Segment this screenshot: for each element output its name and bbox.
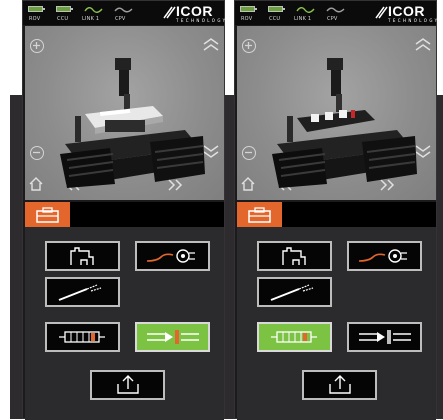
status-label-cpv: CPV xyxy=(115,16,126,22)
zoom-out-icon[interactable] xyxy=(30,146,44,160)
logo-subtitle: TECHNOLOGY xyxy=(388,18,440,23)
ccu-battery-icon xyxy=(56,6,73,12)
probe-icon xyxy=(58,284,102,301)
robot-3d-view[interactable] xyxy=(237,26,436,200)
logo-slash-icon xyxy=(163,6,176,19)
ccu-battery-icon xyxy=(268,6,285,12)
gripper-icon xyxy=(282,247,306,265)
icor-logo: ICOR TECHNOLOGY xyxy=(162,3,225,25)
icor-logo: ICOR TECHNOLOGY xyxy=(374,3,437,25)
upload-icon xyxy=(117,375,139,394)
upload-icon xyxy=(329,375,351,394)
logo-name: ICOR xyxy=(388,3,425,19)
disruptor-button-active[interactable] xyxy=(257,322,332,352)
logo-subtitle: TECHNOLOGY xyxy=(176,18,228,23)
deploy-button[interactable] xyxy=(90,370,165,400)
link-signal-icon xyxy=(296,7,315,13)
rov-battery-icon xyxy=(240,6,257,12)
rov-battery-icon xyxy=(28,6,45,12)
cpv-signal-icon xyxy=(114,7,133,13)
status-bar: ROV CCU LINK 1 CPV ICOR TECHNOLOGY xyxy=(235,1,437,25)
logo-slash-icon xyxy=(375,6,388,19)
cpv-signal-icon xyxy=(326,7,345,13)
gripper-button[interactable] xyxy=(45,241,120,271)
cable-tool-button[interactable] xyxy=(135,241,210,271)
status-label-ccu: CCU xyxy=(269,16,281,22)
gripper-button[interactable] xyxy=(257,241,332,271)
cable-tool-button-active[interactable] xyxy=(135,322,210,352)
connector-button[interactable] xyxy=(347,322,422,352)
toolbox-tab[interactable] xyxy=(25,202,70,227)
toolbox-icon xyxy=(36,207,59,223)
status-label-rov: ROV xyxy=(29,16,41,22)
tool-control-area xyxy=(25,227,224,420)
robot-model-image xyxy=(272,58,417,188)
zoom-in-icon[interactable] xyxy=(30,39,44,53)
probe-icon xyxy=(270,284,314,301)
zoom-out-icon[interactable] xyxy=(242,146,256,160)
pointer-tool-button[interactable] xyxy=(257,277,332,307)
cable-reel-icon xyxy=(358,249,407,263)
cable-reel-icon xyxy=(146,249,195,263)
status-label-rov: ROV xyxy=(241,16,253,22)
logo-name: ICOR xyxy=(176,3,213,19)
tool-control-area xyxy=(237,227,436,420)
connector-icon xyxy=(359,330,411,344)
link-signal-icon xyxy=(84,7,103,13)
cable-tool-button[interactable] xyxy=(347,241,422,271)
disruptor-icon xyxy=(271,331,317,343)
toolbox-tab[interactable] xyxy=(237,202,282,227)
connector-icon xyxy=(147,330,199,344)
home-icon[interactable] xyxy=(28,176,44,192)
tool-tab-bar xyxy=(25,202,224,227)
status-label-cpv: CPV xyxy=(327,16,338,22)
robot-control-panel-left: ROV CCU LINK 1 CPV ICOR TECHNOLOGY xyxy=(22,0,225,420)
status-label-ccu: CCU xyxy=(57,16,69,22)
status-label-link: LINK 1 xyxy=(294,16,312,22)
disruptor-icon xyxy=(59,331,105,343)
pointer-tool-button[interactable] xyxy=(45,277,120,307)
status-label-link: LINK 1 xyxy=(82,16,100,22)
gripper-icon xyxy=(70,247,94,265)
tilt-up-icon[interactable] xyxy=(414,38,432,52)
tilt-up-icon[interactable] xyxy=(202,38,220,52)
home-icon[interactable] xyxy=(240,176,256,192)
robot-control-panel-right: ROV CCU LINK 1 CPV ICOR TECHNOLOGY xyxy=(234,0,437,420)
deploy-button[interactable] xyxy=(302,370,377,400)
toolbox-icon xyxy=(248,207,271,223)
disruptor-button[interactable] xyxy=(45,322,120,352)
robot-model-image xyxy=(60,58,205,188)
zoom-in-icon[interactable] xyxy=(242,39,256,53)
tool-tab-bar xyxy=(237,202,436,227)
status-bar: ROV CCU LINK 1 CPV ICOR TECHNOLOGY xyxy=(23,1,225,25)
robot-3d-view[interactable] xyxy=(25,26,224,200)
